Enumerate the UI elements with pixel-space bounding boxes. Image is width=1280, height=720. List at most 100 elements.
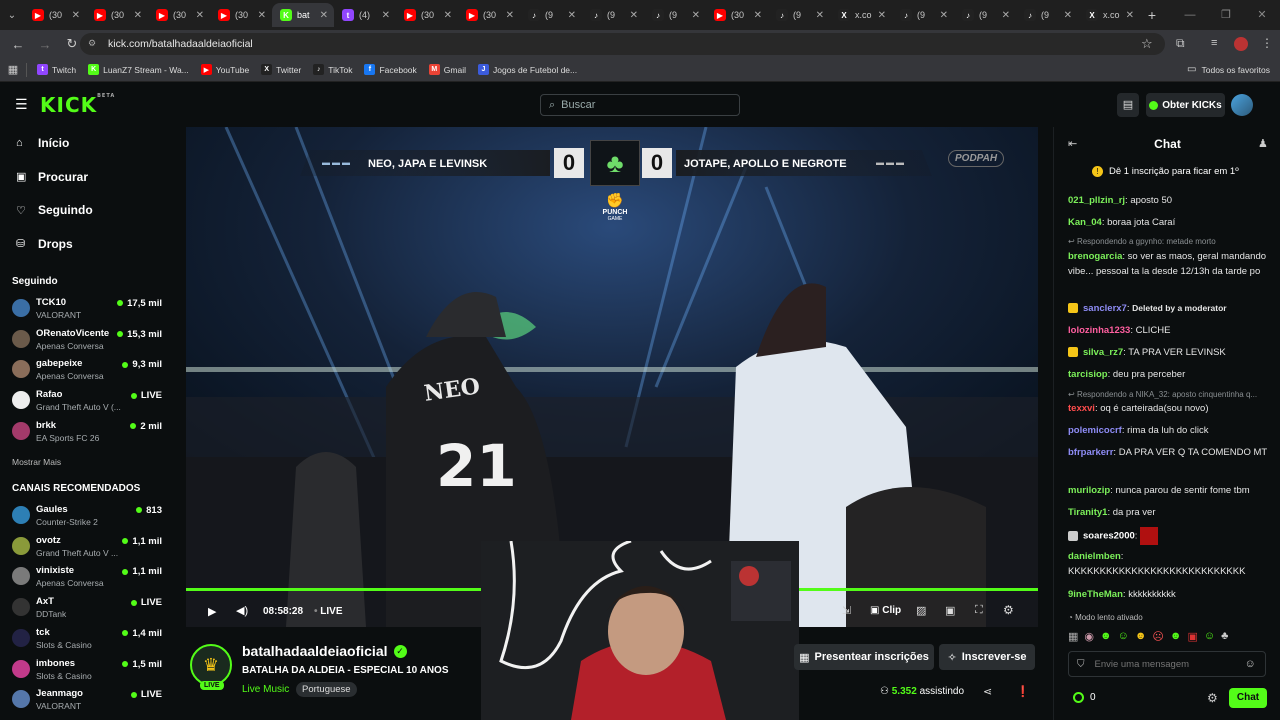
close-tab-icon[interactable]: ✕ — [320, 10, 328, 21]
sidebar-channel[interactable]: vinixiste Apenas Conversa 1,1 mil — [12, 563, 162, 591]
browser-tab[interactable]: ♪ (9 ✕ — [892, 3, 954, 27]
pip-icon[interactable]: ▣ — [945, 604, 955, 617]
gift-subs-button[interactable]: ▦ Presentear inscrições — [794, 644, 934, 670]
browser-tab[interactable]: ♪ (9 ✕ — [520, 3, 582, 27]
extensions-icon[interactable]: ⧉ — [1176, 36, 1185, 51]
close-tab-icon[interactable]: ✕ — [444, 10, 452, 21]
emote-icon[interactable]: ☻ — [1100, 630, 1112, 642]
share-icon[interactable]: ⋖ — [983, 685, 992, 698]
chat-username[interactable]: tarcisiop — [1068, 369, 1108, 380]
chat-username[interactable]: murilozip — [1068, 485, 1110, 496]
chat-username[interactable]: texxvi — [1068, 403, 1095, 414]
emote-icon[interactable]: ☹ — [1152, 630, 1163, 643]
sidebar-channel[interactable]: Jeanmago VALORANT LIVE — [12, 686, 162, 714]
subscribe-button[interactable]: ✧ Inscrever-se — [939, 644, 1035, 670]
chat-input[interactable] — [1094, 658, 1235, 670]
user-avatar[interactable] — [1231, 94, 1253, 116]
new-tab-button[interactable]: + — [1140, 7, 1164, 23]
close-tab-icon[interactable]: ✕ — [692, 10, 700, 21]
emote-icon[interactable]: ▦ — [1068, 630, 1078, 643]
bookmark-item[interactable]: J Jogos de Futebol de... — [478, 64, 577, 75]
close-tab-icon[interactable]: ✕ — [568, 10, 576, 21]
fullscreen-icon[interactable]: ⛶ — [975, 604, 983, 617]
apps-grid-icon[interactable]: ▦ — [0, 63, 26, 76]
browser-tab[interactable]: ▶ (30 ✕ — [210, 3, 272, 27]
browser-tab[interactable]: Kbat ✕ — [272, 3, 334, 27]
chat-username[interactable]: soares2000 — [1083, 531, 1135, 542]
sidebar-channel[interactable]: ORenatoVicente Apenas Conversa 15,3 mil — [12, 326, 162, 354]
close-tab-icon[interactable]: ✕ — [134, 10, 142, 21]
channel-points[interactable]: 0 — [1073, 692, 1096, 703]
kick-logo[interactable]: KICKBETA — [40, 93, 115, 117]
mini-player-icon[interactable]: ⇲ — [842, 604, 851, 617]
chat-settings-icon[interactable]: ⚙ — [1207, 691, 1218, 705]
channel-avatar[interactable]: ♛ — [190, 644, 232, 686]
forward-icon[interactable]: → — [33, 37, 57, 52]
browser-tab[interactable]: ♪ (9 ✕ — [954, 3, 1016, 27]
maximize-icon[interactable]: ❐ — [1208, 0, 1244, 30]
channel-name[interactable]: batalhadaaldeiaoficial ✓ — [242, 643, 407, 659]
sidebar-channel[interactable]: gabepeixe Apenas Conversa 9,3 mil — [12, 356, 162, 384]
chat-username[interactable]: 021_pllzin_rj — [1068, 195, 1125, 206]
sidebar-nav-procurar[interactable]: ▣ Procurar — [16, 167, 88, 187]
close-tab-icon[interactable]: ✕ — [196, 10, 204, 21]
chat-username[interactable]: polemicocrf — [1068, 425, 1122, 436]
emote-icon[interactable]: ☻ — [1135, 630, 1147, 642]
emote-icon[interactable]: ▣ — [1187, 630, 1197, 643]
browser-tab[interactable]: ▶ (30 ✕ — [458, 3, 520, 27]
close-tab-icon[interactable]: ✕ — [630, 10, 638, 21]
browser-tab[interactable]: ♪ (9 ✕ — [644, 3, 706, 27]
close-tab-icon[interactable]: ✕ — [1002, 10, 1010, 21]
profile-avatar[interactable] — [1234, 37, 1248, 51]
sidebar-channel[interactable]: AxT DDTank LIVE — [12, 594, 162, 622]
site-info-icon[interactable]: ⚙ — [88, 38, 100, 50]
hamburger-menu-icon[interactable]: ☰ — [15, 96, 28, 113]
browser-tab[interactable]: ▶ (30 ✕ — [86, 3, 148, 27]
bookmark-item[interactable]: M Gmail — [428, 64, 466, 75]
close-tab-icon[interactable]: ✕ — [940, 10, 948, 21]
sidebar-nav-seguindo[interactable]: ♡ Seguindo — [16, 200, 93, 220]
close-tab-icon[interactable]: ✕ — [258, 10, 266, 21]
sidebar-channel[interactable]: Gaules Counter-Strike 2 813 — [12, 502, 162, 530]
emoji-picker-icon[interactable]: ☺ — [1245, 658, 1256, 670]
close-tab-icon[interactable]: ✕ — [506, 10, 514, 21]
close-window-icon[interactable]: ✕ — [1244, 0, 1280, 30]
emote-icon[interactable]: ◉ — [1084, 630, 1094, 643]
bookmark-item[interactable]: f Facebook — [364, 64, 417, 75]
show-more-link[interactable]: Mostrar Mais — [12, 457, 61, 467]
browser-tab[interactable]: ♪ (9 ✕ — [1016, 3, 1078, 27]
search-input[interactable] — [561, 99, 722, 111]
volume-icon[interactable]: ◀) — [236, 604, 248, 617]
sidebar-channel[interactable]: TCK10 VALORANT 17,5 mil — [12, 295, 162, 323]
browser-tab[interactable]: ♪ (9 ✕ — [768, 3, 830, 27]
sidebar-channel[interactable]: tck Slots & Casino 1,4 mil — [12, 625, 162, 653]
sidebar-channel[interactable]: imbones Slots & Casino 1,5 mil — [12, 656, 162, 684]
tab-search-icon[interactable]: ⌄ — [0, 3, 24, 27]
play-icon[interactable]: ▶ — [208, 605, 216, 618]
search-bar[interactable]: ⌕ — [540, 94, 740, 116]
bookmark-item[interactable]: K LuanZ7 Stream - Wa... — [88, 64, 189, 75]
browser-tab[interactable]: t (4) ✕ — [334, 3, 396, 27]
theatre-icon[interactable]: ▨ — [916, 604, 926, 617]
emote-icon[interactable]: ☺ — [1204, 630, 1215, 642]
chat-username[interactable]: bfrparkerr — [1068, 447, 1113, 458]
browser-tab[interactable]: Xx.co ✕ — [830, 3, 892, 27]
sidebar-nav-incio[interactable]: ⌂ Início — [16, 133, 69, 153]
stream-category[interactable]: Live Music — [242, 684, 289, 695]
all-bookmarks[interactable]: ▭ Todos os favoritos — [1187, 64, 1270, 75]
chat-username[interactable]: brenogarcia — [1068, 251, 1122, 262]
sidebar-channel[interactable]: brkk EA Sports FC 26 2 mil — [12, 418, 162, 446]
close-tab-icon[interactable]: ✕ — [754, 10, 762, 21]
settings-gear-icon[interactable]: ⚙ — [1003, 603, 1014, 617]
minimize-icon[interactable]: — — [1172, 0, 1208, 30]
sidebar-channel[interactable]: ovotz Grand Theft Auto V ... 1,1 mil — [12, 533, 162, 561]
bookmark-star-icon[interactable]: ☆ — [1141, 36, 1153, 52]
emote-icon[interactable]: ☻ — [1170, 630, 1182, 642]
close-tab-icon[interactable]: ✕ — [1126, 10, 1134, 21]
sidebar-channel[interactable]: Rafao Grand Theft Auto V (... LIVE — [12, 387, 162, 415]
emote-icon[interactable]: ☺ — [1118, 630, 1129, 642]
layout-toggle-icon[interactable]: ▤ — [1117, 93, 1139, 117]
back-icon[interactable]: ← — [6, 37, 30, 52]
chat-username[interactable]: 9ineTheMan — [1068, 589, 1123, 600]
chat-username[interactable]: silva_rz7 — [1083, 347, 1123, 358]
